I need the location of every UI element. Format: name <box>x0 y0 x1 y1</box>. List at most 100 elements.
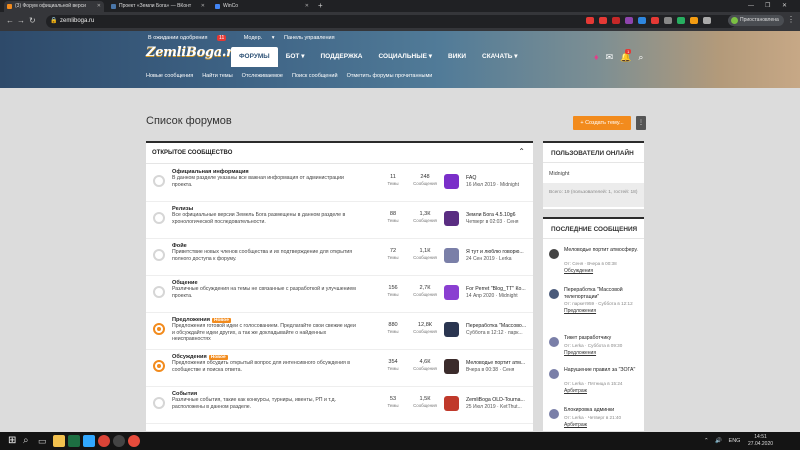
tray-chevron-icon[interactable]: ⌃ <box>704 438 709 444</box>
browser-menu-icon[interactable]: ⋮ <box>787 15 795 24</box>
taskbar-app-icon[interactable] <box>128 435 140 447</box>
keyboard-language[interactable]: ENG <box>729 438 741 444</box>
latest-post-forum[interactable]: Арбитраж <box>564 388 587 394</box>
latest-post-forum[interactable]: Арбитраж <box>564 422 587 428</box>
section-header[interactable]: ОТКРЫТОЕ СООБЩЕСТВО ⌃ <box>146 143 533 164</box>
subnav-link[interactable]: Найти темы <box>202 73 232 79</box>
extension-icon[interactable] <box>625 17 633 24</box>
nav-item[interactable]: ВИКИ <box>440 47 474 67</box>
latest-post-item[interactable]: Нарушение правил за "ЗОГА" От: Lerka · Пя… <box>547 367 644 401</box>
site-logo[interactable]: ZemliBoga.ru <box>146 45 242 60</box>
tab-close-icon[interactable]: ✕ <box>201 1 205 12</box>
volume-icon[interactable]: 🔊 <box>715 438 722 444</box>
forum-row[interactable]: Общение Различные обсуждения на темы не с… <box>146 276 533 313</box>
subnav-link[interactable]: Новые сообщения <box>146 73 193 79</box>
taskbar-windows-icon[interactable]: ⊞ <box>8 435 20 447</box>
last-post-avatar[interactable] <box>444 285 459 300</box>
latest-post-item[interactable]: Переработка "Массовой телепортации" От: п… <box>547 287 644 321</box>
taskbar-explorer-icon[interactable] <box>53 435 65 447</box>
collapse-icon[interactable]: ⌃ <box>518 147 525 156</box>
latest-post-forum[interactable]: Предложения <box>564 308 596 314</box>
reload-icon[interactable]: ↻ <box>29 15 36 27</box>
latest-post-avatar[interactable] <box>549 337 559 347</box>
subnav-link[interactable]: Поиск сообщений <box>292 73 338 79</box>
last-post-title[interactable]: Меловодье портит атм... <box>466 360 530 366</box>
extension-icon[interactable] <box>638 17 646 24</box>
last-post-title[interactable]: For Perret "Blog_TT" Ко... <box>466 286 530 292</box>
extension-icon[interactable] <box>664 17 672 24</box>
latest-post-item[interactable]: Тикет разработчику От: Lerka · Суббота в … <box>547 335 644 369</box>
forum-row[interactable]: События Различные события, такие как конк… <box>146 387 533 424</box>
new-tab-button[interactable]: + <box>318 0 323 12</box>
latest-post-item[interactable]: Меловодье портит атмосферу. От: Сеня · Вч… <box>547 247 644 281</box>
moder-link[interactable]: Модер. ▾ <box>244 35 275 41</box>
extension-icon[interactable] <box>599 17 607 24</box>
last-post-title[interactable]: Земли Бога 4.5.10g6 <box>466 212 530 218</box>
taskbar-obs-icon[interactable] <box>113 435 125 447</box>
latest-post-avatar[interactable] <box>549 249 559 259</box>
taskbar-photoshop-icon[interactable] <box>83 435 95 447</box>
online-user-link[interactable]: Midnight <box>549 171 569 177</box>
control-panel-link[interactable]: Панель управления <box>284 35 335 41</box>
last-post-avatar[interactable] <box>444 211 459 226</box>
latest-post-title[interactable]: Блокировка админки <box>564 407 642 414</box>
last-post-title[interactable]: ZemliBoga OLD-Tourna... <box>466 397 530 403</box>
extension-icon[interactable] <box>651 17 659 24</box>
last-post-title[interactable]: Переработка "Массово... <box>466 323 530 329</box>
nav-item[interactable]: ФОРУМЫ <box>231 47 278 67</box>
extension-icon[interactable] <box>612 17 620 24</box>
tab-close-icon[interactable]: ✕ <box>305 1 309 12</box>
search-icon[interactable]: ⌕ <box>638 52 643 63</box>
latest-post-title[interactable]: Нарушение правил за "ЗОГА" <box>564 367 642 374</box>
latest-post-avatar[interactable] <box>549 289 559 299</box>
latest-post-title[interactable]: Меловодье портит атмосферу. <box>564 247 642 254</box>
taskbar-taskview-icon[interactable]: ▭ <box>38 435 50 447</box>
extension-icon[interactable] <box>690 17 698 24</box>
nav-item[interactable]: ПОДДЕРЖКА <box>312 47 370 67</box>
nav-item[interactable]: БОТ ▾ <box>278 47 313 67</box>
extension-icon[interactable] <box>677 17 685 24</box>
back-icon[interactable]: ← <box>6 15 14 27</box>
profile-avatar-icon[interactable]: ♦ <box>594 52 599 63</box>
inbox-icon[interactable]: ✉ <box>606 52 614 63</box>
latest-post-avatar[interactable] <box>549 369 559 379</box>
forum-row[interactable]: Обсуждения Новое Предложения обсудить откр… <box>146 350 533 387</box>
forum-row[interactable]: Официальная информация В данном разделе у… <box>146 165 533 202</box>
forum-row[interactable]: Релизы Все официальные версии Земель Бога… <box>146 202 533 239</box>
create-menu-button[interactable]: ⋮ <box>636 116 646 130</box>
latest-post-title[interactable]: Переработка "Массовой телепортации" <box>564 287 642 300</box>
last-post-avatar[interactable] <box>444 396 459 411</box>
nav-item[interactable]: СКАЧАТЬ ▾ <box>474 47 526 67</box>
window-control-button[interactable]: ✕ <box>782 0 787 12</box>
extension-icon[interactable] <box>703 17 711 24</box>
last-post-avatar[interactable] <box>444 248 459 263</box>
profile-button[interactable]: Приостановлена <box>728 15 784 26</box>
nav-item[interactable]: СОЦИАЛЬНЫЕ ▾ <box>371 47 441 67</box>
latest-post-avatar[interactable] <box>549 409 559 419</box>
last-post-avatar[interactable] <box>444 359 459 374</box>
tab-close-icon[interactable]: ✕ <box>97 1 101 12</box>
taskbar-chrome-icon[interactable] <box>98 435 110 447</box>
forum-row[interactable]: Фойе Приветствие новых членов сообщества … <box>146 239 533 276</box>
forum-row[interactable]: Предложения Новое Предложения готовой идеи… <box>146 313 533 350</box>
subnav-link[interactable]: Отслеживаемое <box>242 73 283 79</box>
latest-post-forum[interactable]: Предложения <box>564 350 596 356</box>
window-control-button[interactable]: ❐ <box>765 0 770 12</box>
last-post-avatar[interactable] <box>444 174 459 189</box>
latest-post-forum[interactable]: Обсуждения <box>564 268 593 274</box>
browser-tab[interactable]: Проект «Земли Бога» — ВКонт ✕ <box>108 1 208 12</box>
create-thread-button[interactable]: + Создать тему... <box>573 116 631 130</box>
browser-tab[interactable]: (3) Форум официальной верси ✕ <box>4 1 104 12</box>
awaiting-approval-link[interactable]: В ожидании одобрения 11 <box>148 35 234 41</box>
bell-icon[interactable]: 🔔 1 <box>620 49 632 63</box>
taskbar-excel-icon[interactable] <box>68 435 80 447</box>
subnav-link[interactable]: Отметить форумы прочитанными <box>347 73 433 79</box>
extension-icon[interactable] <box>586 17 594 24</box>
taskbar-search-icon[interactable]: ⌕ <box>23 435 35 447</box>
forward-icon[interactable]: → <box>17 15 25 27</box>
window-control-button[interactable]: — <box>748 0 754 12</box>
last-post-avatar[interactable] <box>444 322 459 337</box>
last-post-title[interactable]: Я тут и люблю говорю... <box>466 249 530 255</box>
browser-tab[interactable]: WinCo ✕ <box>212 1 312 12</box>
taskbar-clock[interactable]: 14:51 27.04.2020 <box>748 434 773 447</box>
